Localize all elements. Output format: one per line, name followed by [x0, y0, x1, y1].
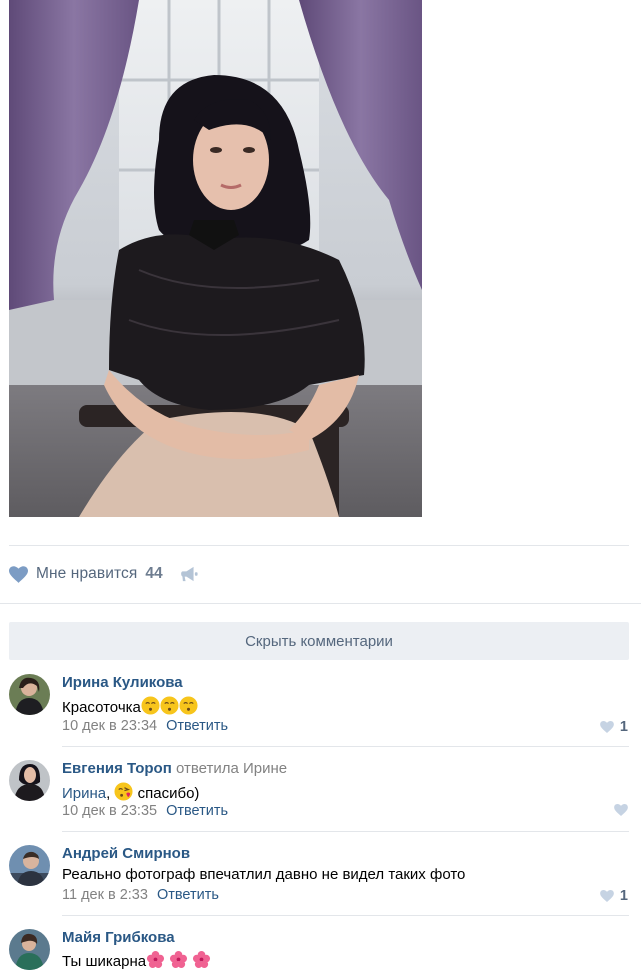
divider: [62, 915, 629, 916]
comment-time[interactable]: 11 дек в 2:33: [62, 887, 148, 903]
divider: [9, 545, 629, 546]
heart-icon: [614, 804, 628, 816]
post-actions: Мне нравится 44: [9, 563, 199, 585]
comment-text: Ты шикарна: [62, 950, 211, 973]
reply-button[interactable]: Ответить: [166, 718, 228, 734]
comment-time[interactable]: 10 дек в 23:35: [62, 803, 157, 819]
avatar[interactable]: [9, 845, 50, 886]
comment-author[interactable]: Ирина Куликова: [62, 674, 183, 691]
avatar[interactable]: [9, 929, 50, 970]
comment-text: Реально фотограф впечатлил давно не виде…: [62, 866, 466, 883]
hibiscus-icon: [169, 950, 188, 973]
comment-like-button[interactable]: 1: [600, 719, 628, 735]
share-megaphone-icon[interactable]: [180, 566, 199, 582]
divider: [62, 746, 629, 747]
hide-comments-button[interactable]: Скрыть комментарии: [9, 622, 629, 660]
post-photo[interactable]: [9, 0, 422, 517]
comment-text-body: спасибо): [137, 785, 200, 802]
avatar[interactable]: [9, 760, 50, 801]
reply-button[interactable]: Ответить: [157, 887, 219, 903]
comment-text: Красоточка: [62, 696, 198, 719]
reply-to-label[interactable]: ответила Ирине: [176, 760, 287, 777]
hibiscus-icon: [192, 950, 211, 973]
comment-meta: 10 дек в 23:34 Ответить: [62, 718, 228, 734]
heart-icon[interactable]: [9, 565, 28, 583]
comment-like-button[interactable]: [614, 804, 628, 816]
divider: [62, 831, 629, 832]
comment-author[interactable]: Майя Грибкова: [62, 929, 175, 946]
face-blowing-kiss-icon: [114, 782, 134, 805]
reply-button[interactable]: Ответить: [166, 803, 228, 819]
comment-like-count: 1: [619, 888, 628, 904]
like-button-label[interactable]: Мне нравится: [36, 565, 137, 583]
kissing-face-icon: [179, 696, 198, 719]
comment-meta: 10 дек в 23:35 Ответить: [62, 803, 228, 819]
comment-author[interactable]: Андрей Смирнов: [62, 845, 190, 862]
heart-icon: [600, 890, 614, 902]
avatar[interactable]: [9, 674, 50, 715]
comment-like-button[interactable]: 1: [600, 888, 628, 904]
portrait-image: [9, 0, 422, 517]
comment-like-count: 1: [619, 719, 628, 735]
comment-meta: 11 дек в 2:33 Ответить: [62, 887, 219, 903]
kissing-face-icon: [160, 696, 179, 719]
comment-author-line: Евгения Тороп ответила Ирине: [62, 760, 287, 777]
kissing-face-icon: [141, 696, 160, 719]
comment-text-body: Ты шикарна: [62, 953, 147, 970]
mention-link[interactable]: Ирина: [62, 785, 106, 802]
hibiscus-icon: [146, 950, 165, 973]
heart-icon: [600, 721, 614, 733]
like-count[interactable]: 44: [145, 565, 162, 583]
comment-text-body: Красоточка: [62, 699, 141, 716]
comment-text: Ирина, спасибо): [62, 782, 199, 805]
comment-author[interactable]: Евгения Тороп: [62, 760, 172, 777]
divider: [0, 603, 641, 604]
comment-time[interactable]: 10 дек в 23:34: [62, 718, 157, 734]
